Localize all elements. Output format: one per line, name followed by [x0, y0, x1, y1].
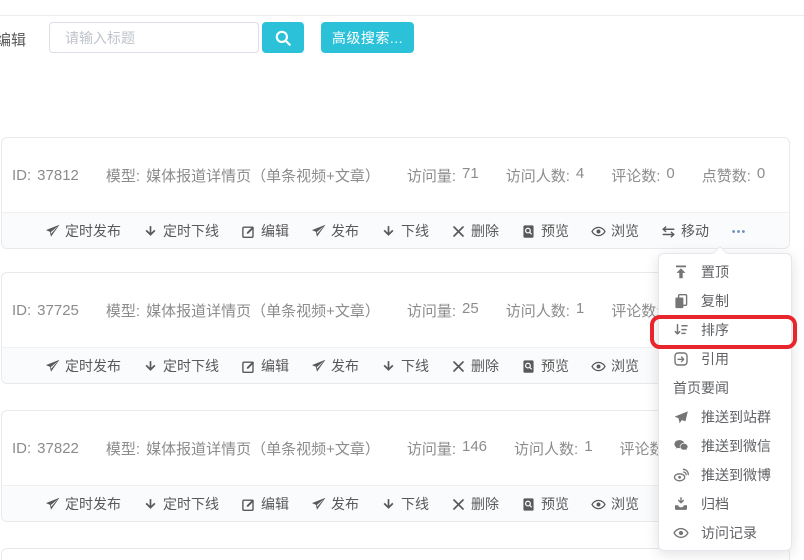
pin-top-icon — [673, 264, 689, 280]
action-edit[interactable]: 编辑 — [241, 221, 289, 241]
edit-icon — [241, 224, 256, 239]
action-delete[interactable]: 删除 — [451, 494, 499, 514]
stat: 模型: 媒体报道详情页（单条视频+文章） — [105, 302, 380, 320]
stat: 访问人数: 4 — [505, 164, 585, 185]
paper-plane-icon — [311, 224, 326, 239]
search-button[interactable] — [262, 22, 304, 53]
menu-item-homepage-news[interactable]: 首页要闻 — [659, 373, 791, 402]
action-schedule-offline[interactable]: 定时下线 — [143, 356, 219, 376]
action-schedule-publish[interactable]: 定时发布 — [45, 356, 121, 376]
action-offline[interactable]: 下线 — [381, 494, 429, 514]
action-browse[interactable]: 浏览 — [591, 221, 639, 241]
action-preview[interactable]: 预览 — [521, 494, 569, 514]
stat: 访问量: 25 — [406, 299, 479, 320]
edit-icon — [241, 359, 256, 374]
action-schedule-publish[interactable]: 定时发布 — [45, 221, 121, 241]
stat: ID: 37812 — [12, 166, 79, 184]
eye-icon — [591, 359, 606, 374]
eye-icon — [591, 497, 606, 512]
action-publish[interactable]: 发布 — [311, 494, 359, 514]
stat: 访问人数: 1 — [505, 299, 585, 320]
stat: 模型: 媒体报道详情页（单条视频+文章） — [105, 167, 380, 185]
action-preview[interactable]: 预览 — [521, 356, 569, 376]
menu-item-copy[interactable]: 复制 — [659, 286, 791, 315]
sort-icon — [673, 322, 689, 338]
action-delete[interactable]: 删除 — [451, 356, 499, 376]
paper-plane-icon — [45, 224, 60, 239]
edit-toolbar-label[interactable]: 编辑 — [0, 29, 26, 50]
preview-icon — [521, 497, 536, 512]
menu-item-push-site-group[interactable]: 推送到站群 — [659, 402, 791, 431]
action-publish[interactable]: 发布 — [311, 221, 359, 241]
preview-icon — [521, 224, 536, 239]
close-icon — [451, 497, 466, 512]
archive-icon — [673, 496, 689, 512]
eye-icon — [591, 224, 606, 239]
weibo-icon — [673, 467, 689, 483]
magnifier-icon — [274, 29, 292, 47]
action-edit[interactable]: 编辑 — [241, 494, 289, 514]
action-edit[interactable]: 编辑 — [241, 356, 289, 376]
send-icon — [673, 409, 689, 425]
paper-plane-icon — [311, 497, 326, 512]
action-schedule-publish[interactable]: 定时发布 — [45, 494, 121, 514]
wechat-icon — [673, 438, 689, 454]
menu-item-sort[interactable]: 排序 — [659, 315, 791, 344]
action-offline[interactable]: 下线 — [381, 356, 429, 376]
close-icon — [451, 224, 466, 239]
card-stats: ID: 37812 模型: 媒体报道详情页（单条视频+文章） 访问量: 71 访问人数: 4 评… — [2, 138, 789, 212]
arrow-down-icon — [381, 224, 396, 239]
action-browse[interactable]: 浏览 — [591, 494, 639, 514]
edit-icon — [241, 497, 256, 512]
action-offline[interactable]: 下线 — [381, 221, 429, 241]
advanced-search-button[interactable]: 高级搜索... — [321, 22, 414, 53]
menu-item-visit-log[interactable]: 访问记录 — [659, 518, 791, 547]
stat: 访问量: 71 — [406, 164, 479, 185]
menu-item-archive[interactable]: 归档 — [659, 489, 791, 518]
ellipsis-icon — [731, 224, 746, 239]
move-icon — [661, 224, 676, 239]
copy-icon — [673, 293, 689, 309]
action-move[interactable]: 移动 — [661, 221, 709, 241]
paper-plane-icon — [311, 359, 326, 374]
page: 编辑 高级搜索... ID:37812 模型:媒体报道详情页（单条视频+文章） 访问… — [0, 0, 804, 560]
search-input[interactable] — [49, 22, 259, 53]
arrow-down-icon — [143, 224, 158, 239]
dropdown-menu: 置顶 复制 排序 引用 首页要闻 推送到站群 推送到微信 推送到微博 归档 访问记录 — [658, 245, 792, 551]
menu-item-push-wechat[interactable]: 推送到微信 — [659, 431, 791, 460]
action-schedule-offline[interactable]: 定时下线 — [143, 221, 219, 241]
stat: 访问人数: 1 — [514, 437, 593, 458]
arrow-down-icon — [143, 359, 158, 374]
action-publish[interactable]: 发布 — [311, 356, 359, 376]
action-schedule-offline[interactable]: 定时下线 — [143, 494, 219, 514]
action-delete[interactable]: 删除 — [451, 221, 499, 241]
menu-item-quote[interactable]: 引用 — [659, 344, 791, 373]
arrow-down-icon — [381, 497, 396, 512]
stat: ID: 37725 — [12, 301, 79, 319]
stat: 模型: 媒体报道详情页（单条视频+文章） — [105, 440, 380, 458]
stat: 评论数:0 — [611, 164, 675, 185]
action-browse[interactable]: 浏览 — [591, 356, 639, 376]
stat: 点赞数: 0 — [701, 164, 766, 185]
content-card: ID: 37812 模型: 媒体报道详情页（单条视频+文章） 访问量: 71 访问人数: 4 评… — [1, 137, 790, 249]
close-icon — [451, 359, 466, 374]
arrow-down-icon — [143, 497, 158, 512]
quote-icon — [673, 351, 689, 367]
paper-plane-icon — [45, 359, 60, 374]
action-preview[interactable]: 预览 — [521, 221, 569, 241]
eye-icon — [673, 525, 689, 541]
menu-item-push-weibo[interactable]: 推送到微博 — [659, 460, 791, 489]
action-bar: 定时发布 定时下线 编辑 发布 下线 删除 预览 浏览 移动 — [2, 212, 789, 248]
paper-plane-icon — [45, 497, 60, 512]
arrow-down-icon — [381, 359, 396, 374]
preview-icon — [521, 359, 536, 374]
stat: ID: 37822 — [12, 439, 79, 457]
more-button[interactable] — [731, 224, 746, 239]
menu-item-pin-top[interactable]: 置顶 — [659, 257, 791, 286]
stat: 访问量: 146 — [406, 437, 488, 458]
